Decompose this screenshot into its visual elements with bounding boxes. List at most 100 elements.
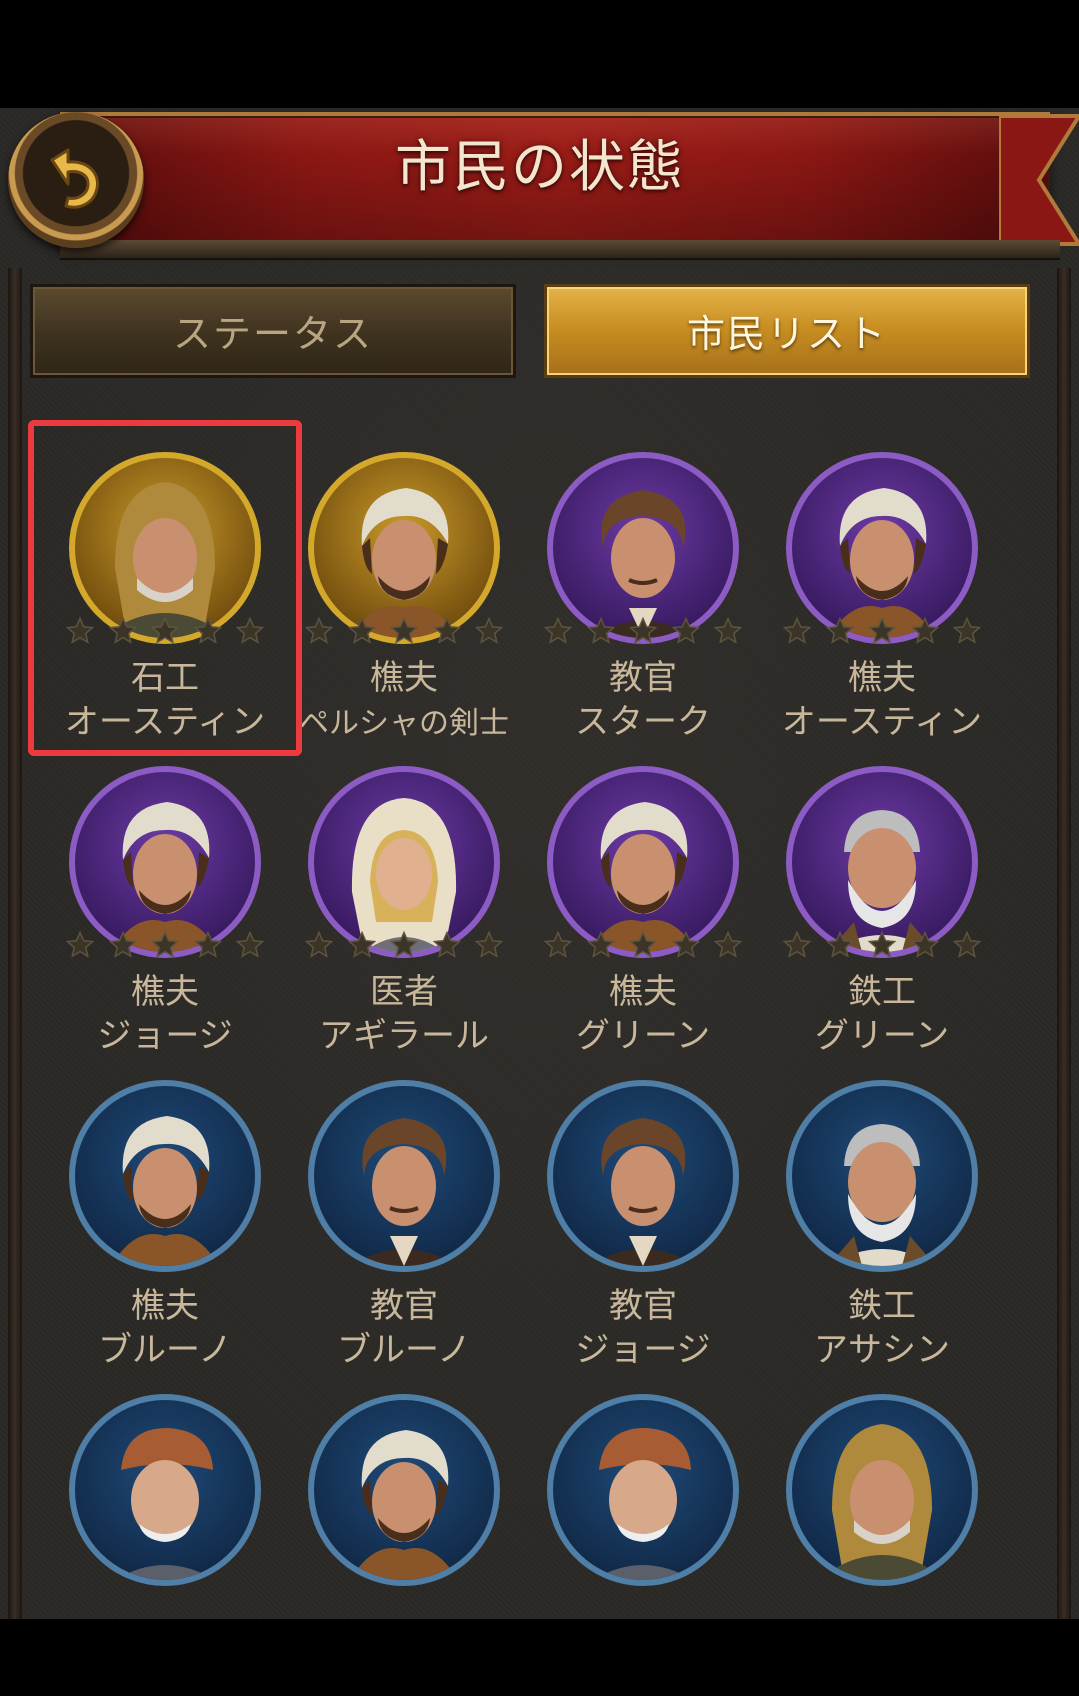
- citizen-card[interactable]: [523, 1386, 763, 1696]
- citizen-card[interactable]: 医者 アギラール: [284, 758, 524, 1068]
- star-icon: [108, 930, 138, 960]
- citizen-name: ジョージ: [97, 1016, 233, 1056]
- citizen-job: 樵夫: [131, 972, 199, 1012]
- status-bar-area: [0, 0, 1079, 108]
- star-icon: [825, 930, 855, 960]
- citizen-job: 石工: [131, 658, 199, 698]
- citizen-card[interactable]: 教官 ブルーノ: [284, 1072, 524, 1382]
- tab-status[interactable]: ステータス: [30, 284, 516, 378]
- citizen-card[interactable]: 鉄工 アサシン: [762, 1072, 1002, 1382]
- citizen-job: 樵夫: [609, 972, 677, 1012]
- star-rating: [65, 616, 265, 646]
- citizen-card[interactable]: 樵夫 ブルーノ: [45, 1072, 285, 1382]
- citizen-card[interactable]: 樵夫 オースティン: [762, 444, 1002, 754]
- citizen-card[interactable]: 教官 スターク: [523, 444, 763, 754]
- hooded-man-portrait: [786, 1394, 978, 1586]
- star-icon: [671, 616, 701, 646]
- star-icon: [671, 930, 701, 960]
- star-icon: [586, 616, 616, 646]
- star-icon: [628, 616, 658, 646]
- citizen-name: オースティン: [64, 702, 266, 742]
- citizen-card[interactable]: 樵夫 ペルシャの剣士: [284, 444, 524, 754]
- star-rating: [543, 930, 743, 960]
- star-icon: [235, 616, 265, 646]
- curly-hair-man-portrait: [308, 1080, 500, 1272]
- star-icon: [782, 616, 812, 646]
- star-icon: [474, 930, 504, 960]
- citizen-card[interactable]: [762, 1386, 1002, 1696]
- star-icon: [474, 616, 504, 646]
- star-icon: [867, 930, 897, 960]
- citizen-name: ジョージ: [575, 1330, 711, 1370]
- back-button[interactable]: [8, 112, 144, 248]
- star-icon: [235, 930, 265, 960]
- old-man-cap-portrait: [69, 1394, 261, 1586]
- star-icon: [952, 930, 982, 960]
- citizen-job: 樵夫: [370, 658, 438, 698]
- star-icon: [713, 930, 743, 960]
- citizen-card[interactable]: 鉄工 グリーン: [762, 758, 1002, 1068]
- citizen-job: 樵夫: [131, 1286, 199, 1326]
- curly-hair-man-portrait: [547, 1080, 739, 1272]
- citizen-card[interactable]: 石工 オースティン: [45, 444, 285, 754]
- young-man-headscarf-portrait: [69, 1080, 261, 1272]
- citizen-name: スターク: [575, 702, 711, 742]
- star-icon: [108, 616, 138, 646]
- citizen-name: グリーン: [814, 1016, 950, 1056]
- citizen-card[interactable]: 樵夫 グリーン: [523, 758, 763, 1068]
- star-rating: [782, 930, 982, 960]
- star-icon: [65, 930, 95, 960]
- citizen-card[interactable]: [284, 1386, 524, 1696]
- banner-tail: [999, 114, 1079, 246]
- star-icon: [65, 616, 95, 646]
- star-rating: [304, 616, 504, 646]
- tab-citizen-list[interactable]: 市民リスト: [544, 284, 1030, 378]
- star-icon: [952, 616, 982, 646]
- star-rating: [65, 930, 265, 960]
- star-icon: [586, 930, 616, 960]
- citizen-name: グリーン: [575, 1016, 711, 1056]
- star-rating: [543, 616, 743, 646]
- star-icon: [910, 616, 940, 646]
- star-icon: [347, 616, 377, 646]
- citizen-name: ブルーノ: [337, 1330, 471, 1370]
- star-icon: [543, 930, 573, 960]
- citizen-job: 鉄工: [848, 972, 916, 1012]
- star-icon: [193, 930, 223, 960]
- star-rating: [782, 616, 982, 646]
- citizen-job: 教官: [609, 1286, 677, 1326]
- star-icon: [304, 616, 334, 646]
- citizen-job: 樵夫: [848, 658, 916, 698]
- citizen-card[interactable]: 教官 ジョージ: [523, 1072, 763, 1382]
- citizen-job: 医者: [370, 972, 438, 1012]
- back-arrow-icon: [50, 148, 99, 209]
- citizen-job: 教官: [609, 658, 677, 698]
- star-icon: [347, 930, 377, 960]
- citizen-name: ブルーノ: [98, 1330, 232, 1370]
- star-icon: [628, 930, 658, 960]
- citizen-name: アサシン: [814, 1330, 950, 1370]
- citizen-job: 教官: [370, 1286, 438, 1326]
- citizen-job: 鉄工: [848, 1286, 916, 1326]
- citizen-card[interactable]: [45, 1386, 285, 1696]
- citizen-name: アギラール: [319, 1016, 489, 1056]
- star-icon: [389, 930, 419, 960]
- old-man-cap-portrait: [547, 1394, 739, 1586]
- banner-ledge: [60, 240, 1060, 260]
- star-icon: [193, 616, 223, 646]
- star-icon: [825, 616, 855, 646]
- star-icon: [150, 930, 180, 960]
- star-icon: [543, 616, 573, 646]
- citizen-name: オースティン: [781, 702, 983, 742]
- old-bearded-man-portrait: [786, 1080, 978, 1272]
- star-icon: [432, 616, 462, 646]
- star-icon: [432, 930, 462, 960]
- young-man-headscarf-portrait: [308, 1394, 500, 1586]
- star-icon: [713, 616, 743, 646]
- star-icon: [782, 930, 812, 960]
- citizen-name: ペルシャの剣士: [299, 706, 509, 741]
- page-title: 市民の状態: [395, 135, 685, 200]
- citizen-card[interactable]: 樵夫 ジョージ: [45, 758, 285, 1068]
- star-rating: [304, 930, 504, 960]
- star-icon: [150, 616, 180, 646]
